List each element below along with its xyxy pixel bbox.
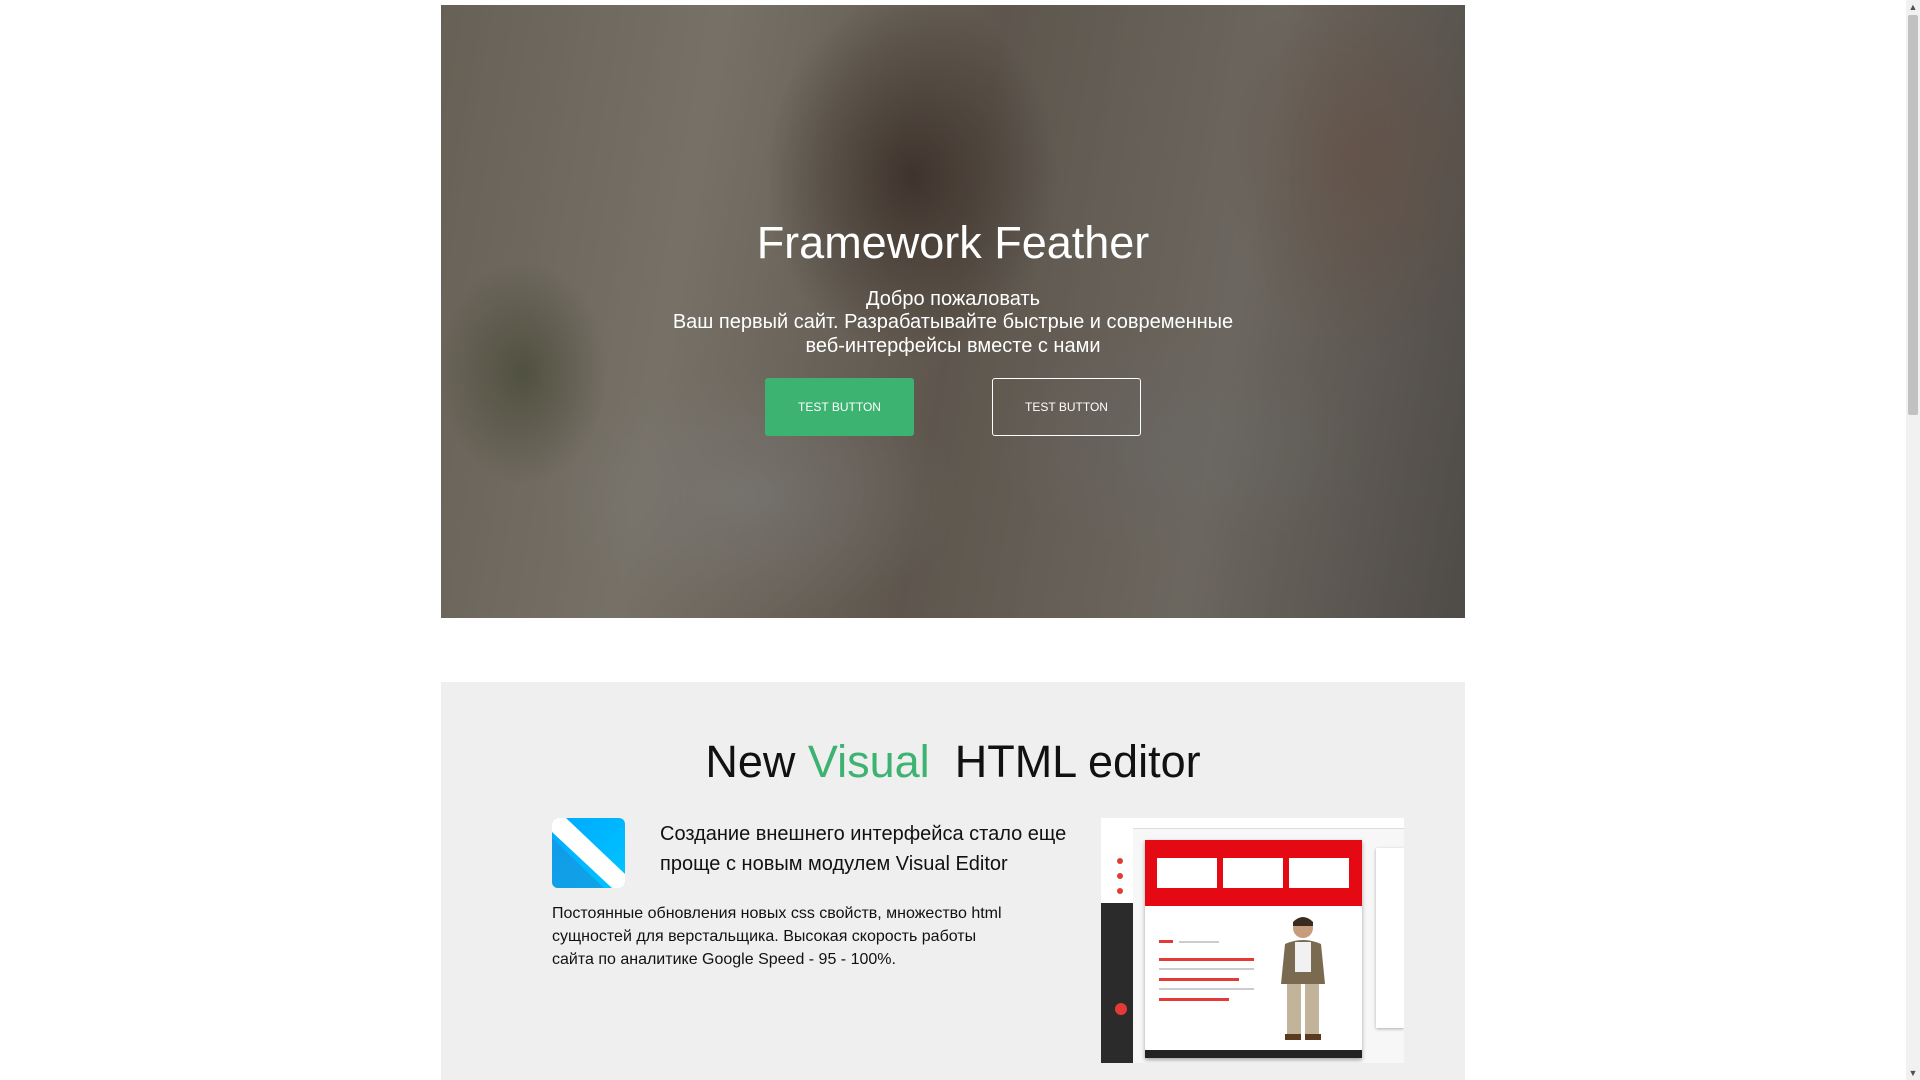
editor-lead-text: Создание внешнего интерфейса стало еще п… bbox=[660, 823, 1067, 875]
preview-line bbox=[1159, 958, 1254, 961]
editor-title-accent: Visual bbox=[807, 736, 930, 787]
preview-line bbox=[1159, 988, 1254, 990]
editor-description: Постоянные обновления новых css свойств,… bbox=[552, 905, 1002, 968]
preview-topbar bbox=[1101, 818, 1404, 829]
preview-dot bbox=[1117, 873, 1123, 879]
primary-test-button[interactable]: TEST BUTTON bbox=[765, 378, 914, 436]
preview-right-panel bbox=[1376, 848, 1404, 1028]
editor-title: New Visual HTML editor bbox=[441, 734, 1465, 790]
preview-line bbox=[1159, 940, 1173, 943]
preview-line bbox=[1159, 998, 1229, 1001]
preview-card bbox=[1157, 858, 1217, 888]
preview-line bbox=[1159, 968, 1254, 970]
page: Framework Feather Добро пожаловать Ваш п… bbox=[0, 0, 1920, 1080]
secondary-test-button[interactable]: TEST BUTTON bbox=[992, 378, 1141, 436]
hero-title: Framework Feather bbox=[756, 217, 1150, 268]
preview-phone-icon bbox=[1115, 1003, 1127, 1015]
preview-card bbox=[1223, 858, 1283, 888]
hero-subtitle: Добро пожаловать bbox=[865, 288, 1041, 310]
scrollbar-thumb[interactable] bbox=[1908, 15, 1918, 415]
hero-text: Ваш первый сайт. Разрабатывайте быстрые … bbox=[672, 311, 1234, 357]
visual-editor-screenshot bbox=[1101, 818, 1404, 1063]
visual-editor-section: New Visual HTML editor Создание внешнего… bbox=[441, 682, 1465, 1080]
editor-title-part1: New bbox=[705, 736, 796, 787]
preview-red-banner bbox=[1145, 840, 1362, 906]
preview-dot bbox=[1117, 888, 1123, 894]
hero-section: Framework Feather Добро пожаловать Ваш п… bbox=[441, 5, 1465, 618]
visual-editor-logo-icon bbox=[552, 818, 625, 888]
preview-line bbox=[1159, 978, 1239, 981]
preview-image-strip bbox=[1101, 903, 1133, 1063]
preview-page bbox=[1145, 840, 1362, 1058]
editor-title-part2: HTML editor bbox=[954, 736, 1201, 787]
preview-line bbox=[1179, 941, 1219, 943]
scroll-up-arrow-icon[interactable]: ▲ bbox=[1906, 0, 1920, 14]
page-scrollbar[interactable]: ▲ ▼ bbox=[1906, 0, 1920, 1080]
scroll-down-arrow-icon[interactable]: ▼ bbox=[1906, 1066, 1920, 1080]
preview-card bbox=[1289, 858, 1349, 888]
preview-person-image bbox=[1281, 917, 1325, 1040]
hero-content: Framework Feather Добро пожаловать Ваш п… bbox=[441, 5, 1465, 618]
preview-dot bbox=[1117, 858, 1123, 864]
